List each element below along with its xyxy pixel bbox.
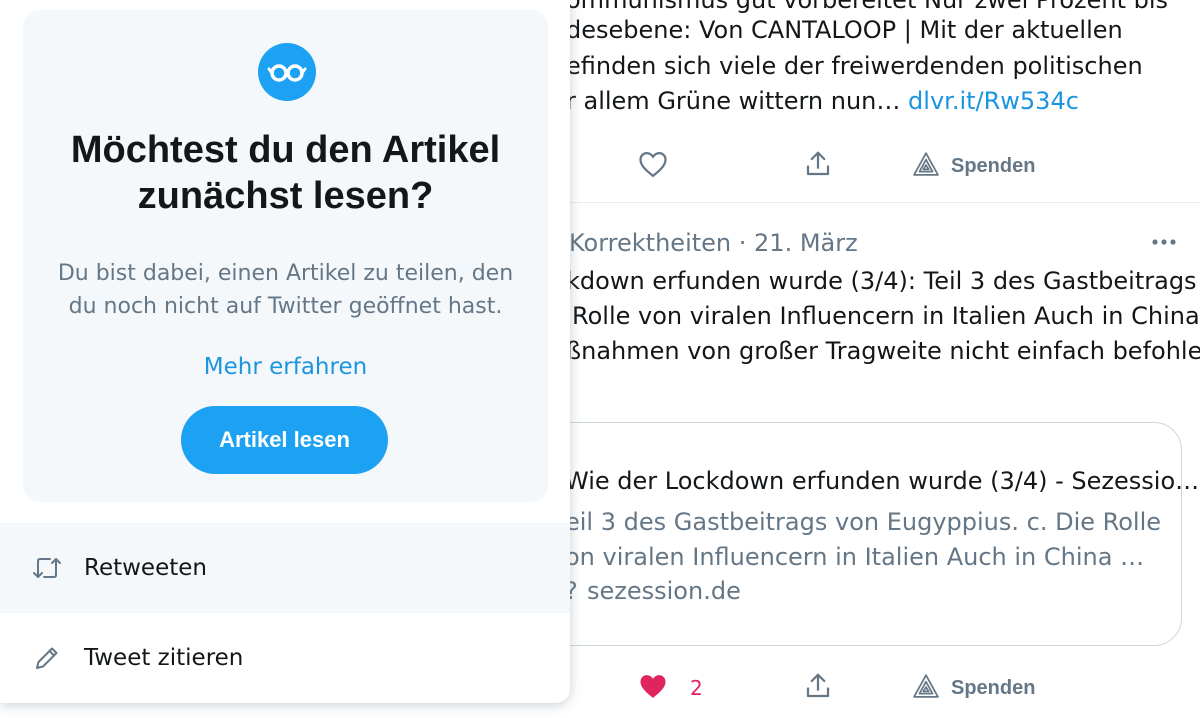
tweet-link[interactable]: dlvr.it/Rw534c: [908, 87, 1079, 115]
tweet-text-line-tail: r allem Grüne wittern nun…: [566, 87, 901, 115]
donate-label: Spenden: [951, 154, 1036, 177]
donate-icon: [913, 151, 939, 181]
card-title: Wie der Lockdown erfunden wurde (3/4) - …: [565, 467, 1200, 495]
heart-filled-icon: [638, 672, 668, 704]
share-button[interactable]: [803, 149, 833, 183]
donate-label: Spenden: [951, 676, 1036, 699]
more-dots-icon: [1150, 237, 1178, 256]
tweet-text-line: desebene: Von CANTALOOP | Mit der aktuel…: [566, 16, 1123, 44]
glasses-icon: [258, 43, 316, 101]
prompt-title: Möchtest du den Artikel zunächst lesen?: [70, 129, 501, 217]
menu-item-quote-tweet[interactable]: Tweet zitieren: [0, 613, 570, 703]
like-button[interactable]: [638, 150, 668, 182]
learn-more-label: Mehr erfahren: [203, 354, 368, 380]
prompt-description: Du bist dabei, einen Artikel zu teilen, …: [57, 261, 514, 319]
like-button[interactable]: 2: [638, 672, 703, 704]
card-domain-row: ? sezession.de: [565, 577, 741, 605]
retweet-menu-popup: Möchtest du den Artikel zunächst lesen? …: [0, 0, 570, 703]
author-name[interactable]: Korrektheiten: [569, 229, 731, 257]
share-icon: [803, 149, 833, 183]
learn-more-link[interactable]: Mehr erfahren: [23, 354, 548, 380]
heart-outline-icon: [638, 150, 668, 182]
more-options-button[interactable]: [1150, 232, 1178, 256]
menu-item-retweet[interactable]: Retweeten: [0, 523, 570, 613]
read-article-button[interactable]: Artikel lesen: [181, 406, 388, 474]
pencil-icon: [31, 642, 63, 674]
card-description-line: on viralen Influencern in Italien Auch i…: [565, 543, 1145, 571]
menu-item-label: Retweeten: [84, 555, 207, 581]
tweet-text-line: r allem Grüne wittern nun… dlvr.it/Rw534…: [566, 83, 1079, 120]
tweet-text-line: kdown erfunden wurde (3/4): Teil 3 des G…: [566, 267, 1197, 295]
link-preview-card[interactable]: Wie der Lockdown erfunden wurde (3/4) - …: [520, 422, 1199, 646]
tweet-text-line: efinden sich viele der freiwerdenden pol…: [566, 52, 1143, 80]
donate-button[interactable]: Spenden: [913, 673, 1035, 703]
donate-icon: [913, 673, 939, 703]
card-domain: sezession.de: [587, 577, 741, 605]
divider: [570, 202, 1200, 203]
tweet-text-line: ßnahmen von großer Tragweite nicht einfa…: [566, 337, 1200, 365]
share-button[interactable]: [803, 671, 833, 705]
retweet-icon: [31, 552, 63, 584]
card-description-line: eil 3 des Gastbeitrags von Eugyppius. c.…: [565, 508, 1162, 536]
menu-item-label: Tweet zitieren: [84, 645, 244, 671]
donate-button[interactable]: Spenden: [913, 151, 1035, 181]
tweet-date[interactable]: · 21. März: [739, 229, 858, 257]
like-count: 2: [690, 676, 703, 700]
tweet-header: Korrektheiten · 21. März: [569, 229, 858, 257]
share-icon: [803, 671, 833, 705]
read-article-prompt: Möchtest du den Artikel zunächst lesen? …: [23, 10, 548, 502]
tweet-text-line: Rolle von viralen Influencern in Italien…: [572, 302, 1200, 330]
